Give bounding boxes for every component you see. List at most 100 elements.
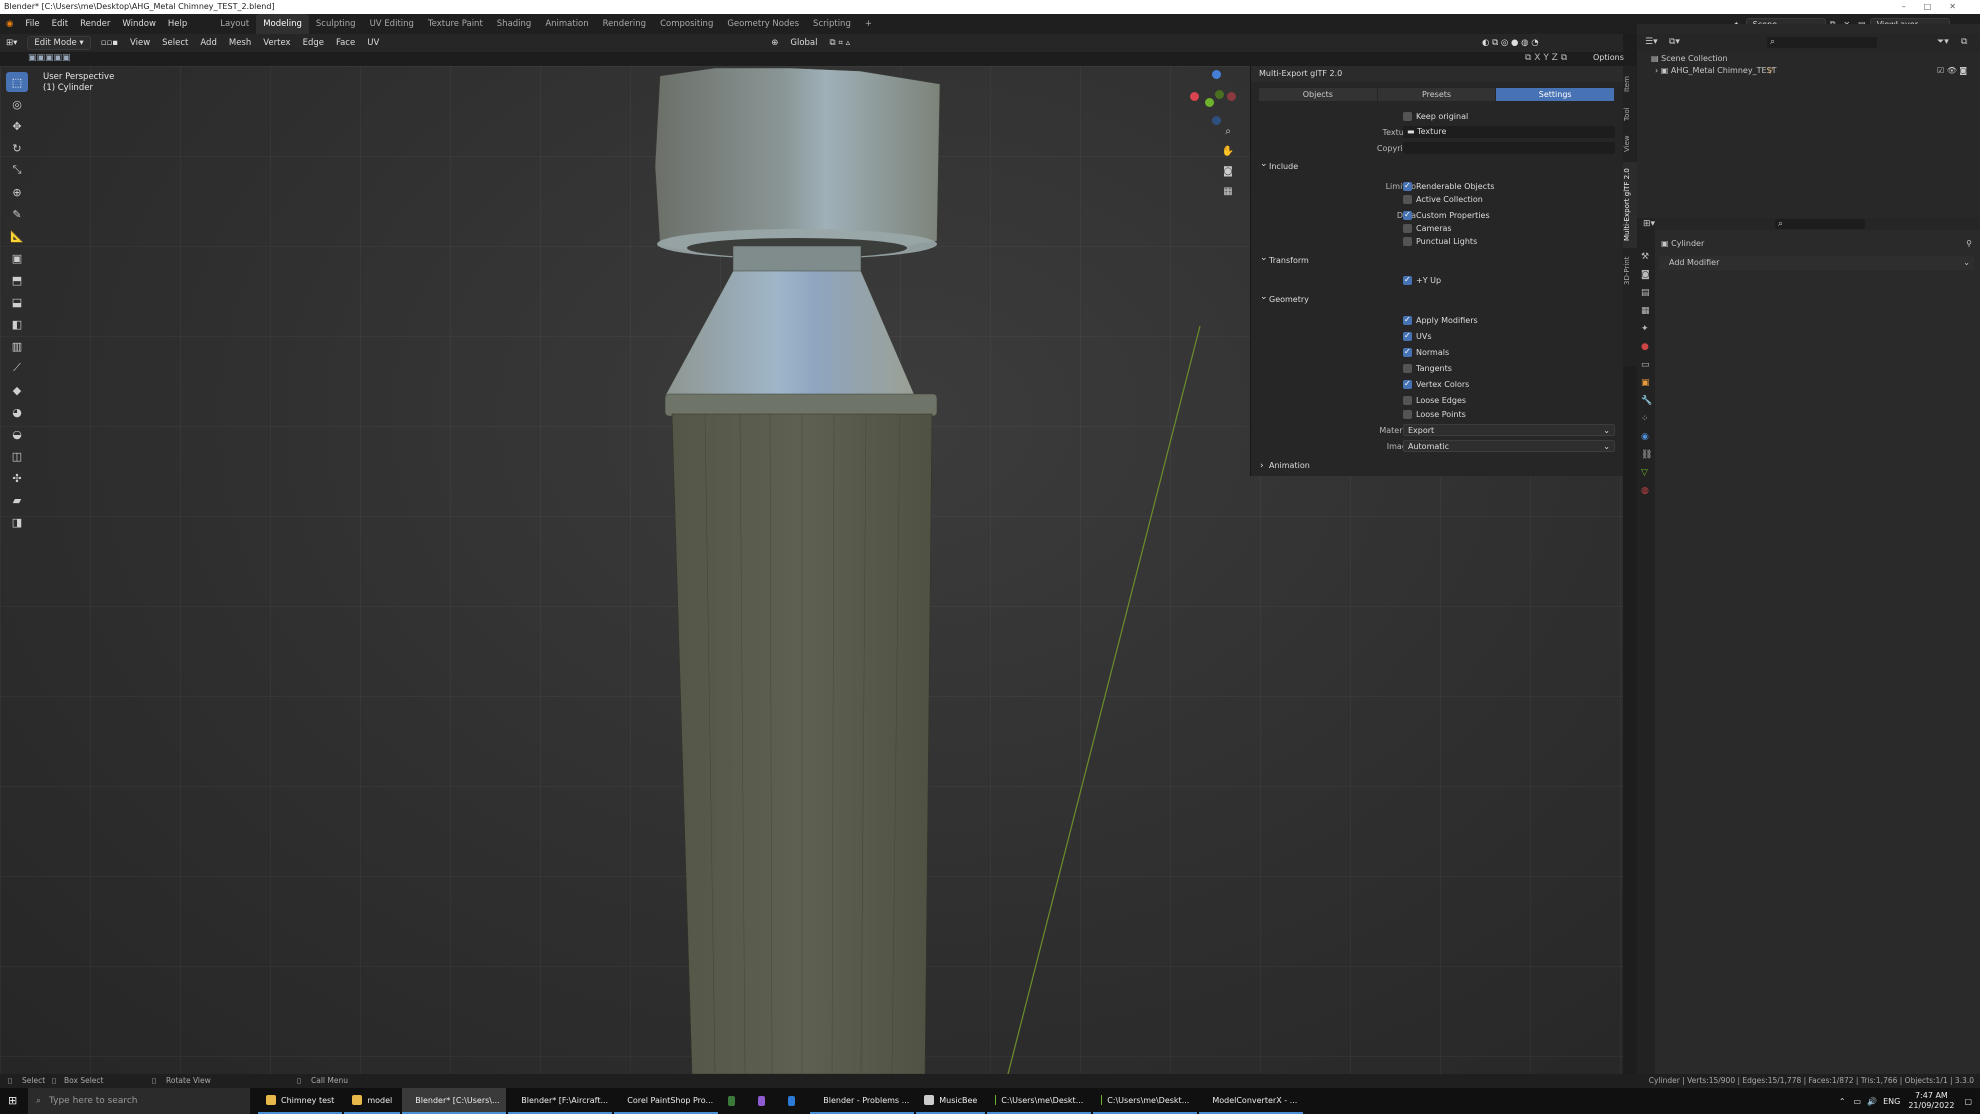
smooth-tool-icon[interactable]: ◒ [6,424,28,444]
knife-tool-icon[interactable]: ⟋ [6,358,28,378]
camera-icon[interactable]: ◙ [1220,166,1236,182]
cursor-tool-icon[interactable]: ◎ [6,94,28,114]
chimney-rim[interactable] [664,393,938,417]
volume-icon[interactable]: 🔊 [1867,1097,1877,1106]
sidetab-3d-print[interactable]: 3D-Print [1623,252,1637,290]
spin-tool-icon[interactable]: ◕ [6,402,28,422]
header-menu-edge[interactable]: Edge [297,38,330,48]
neg-z-axis-icon[interactable] [1212,116,1221,125]
header-menu-vertex[interactable]: Vertex [257,38,296,48]
active-collection-checkbox[interactable] [1403,195,1412,204]
taskbar-item-app-green[interactable] [720,1088,748,1114]
punctual-lights-checkbox[interactable] [1403,237,1412,246]
chimney-cone[interactable] [664,270,916,409]
inset-tool-icon[interactable]: ⬓ [6,292,28,312]
taskbar-item-modelconverterx[interactable]: ModelConverterX - ... [1199,1088,1304,1114]
particles-props-icon[interactable]: ⁘ [1641,410,1655,428]
properties-editor-icon[interactable]: ⊞▾ [1643,219,1655,229]
visibility-icons[interactable]: ☑ 👁 ◙ [1937,66,1967,75]
rip-tool-icon[interactable]: ◨ [6,512,28,532]
add-cube-tool-icon[interactable]: ▣ [6,248,28,268]
navigation-gizmo[interactable] [1185,70,1245,125]
taskbar-item-app-blue[interactable] [780,1088,808,1114]
include-section[interactable]: Include [1257,157,1618,174]
outliner-search-input[interactable]: ⌕ [1767,37,1877,48]
pin-icon[interactable]: ⚲ [1966,236,1972,252]
xyz-mirror-icons[interactable]: ⧉ X Y Z ⧉ [1525,53,1567,63]
pan-hand-icon[interactable]: ✋ [1220,146,1236,162]
rotate-tool-icon[interactable]: ↻ [6,138,28,158]
header-menu-select[interactable]: Select [156,38,194,48]
select-mode-icons[interactable]: ▫▫▪ [95,38,124,48]
workspace-tab-animation[interactable]: Animation [538,14,595,34]
sidetab-view[interactable]: View [1623,132,1637,156]
physics-props-icon[interactable]: ◉ [1641,428,1655,446]
sidetab-item[interactable]: Item [1623,72,1637,96]
taskbar-item-blender-1[interactable]: Blender* [C:\Users\... [402,1088,507,1114]
notifications-icon[interactable]: ▢ [1964,1097,1972,1106]
windows-start-icon[interactable]: ⊞ [8,1094,17,1107]
materials-dropdown[interactable]: Export ⌄ [1403,424,1615,436]
select-box-icons[interactable]: ▣▣▣▣▣ [28,53,71,63]
cameras-checkbox[interactable] [1403,224,1412,233]
menu-help[interactable]: Help [162,19,193,29]
workspace-tab-modeling[interactable]: Modeling [256,14,309,34]
z-axis-icon[interactable] [1212,70,1221,79]
workspace-tab-scripting[interactable]: Scripting [806,14,858,34]
loose-points-checkbox[interactable] [1403,410,1412,419]
images-dropdown[interactable]: Automatic ⌄ [1403,440,1615,452]
properties-search-input[interactable]: ⌕ [1775,219,1865,229]
sidetab-multi-export[interactable]: Multi-Export glTF 2.0 [1623,162,1637,248]
object-props-icon[interactable]: ▣ [1641,374,1655,392]
blender-logo-icon[interactable]: ◉ [0,19,19,29]
taskbar-item-chimney-test[interactable]: Chimney test [258,1088,343,1114]
normals-checkbox[interactable] [1403,345,1412,358]
taskbar-item-firefox[interactable]: Blender - Problems ... [810,1088,915,1114]
language-indicator[interactable]: ENG [1883,1097,1900,1106]
neg-y-axis-icon[interactable] [1215,90,1224,99]
editor-type-icon[interactable]: ⊞▾ [0,38,23,48]
chimney-neck[interactable] [732,245,862,275]
header-menu-face[interactable]: Face [330,38,361,48]
output-props-icon[interactable]: ▤ [1641,284,1655,302]
copyright-field[interactable] [1403,142,1615,154]
tab-objects[interactable]: Objects [1259,88,1378,101]
measure-tool-icon[interactable]: 📐 [6,226,28,246]
modifier-props-icon[interactable]: 🔧 [1641,392,1655,410]
outliner-row-scene-collection[interactable]: ▤ Scene Collection [1637,54,1980,66]
taskbar-item-model[interactable]: model [344,1088,401,1114]
taskbar-item-musicbee[interactable]: MusicBee [916,1088,986,1114]
header-menu-view[interactable]: View [124,38,156,48]
annotate-tool-icon[interactable]: ✎ [6,204,28,224]
workspace-tab-layout[interactable]: Layout [213,14,256,34]
material-props-icon[interactable]: ◍ [1641,482,1655,500]
move-tool-icon[interactable]: ✥ [6,116,28,136]
taskbar-item-explorer-2[interactable]: C:\Users\me\Deskt... [1093,1088,1198,1114]
render-props-icon[interactable]: ◙ [1641,266,1655,284]
workspace-tab-uv-editing[interactable]: UV Editing [363,14,421,34]
zoom-icon[interactable]: ⌕ [1220,126,1236,142]
neg-x-axis-icon[interactable] [1227,92,1236,101]
data-props-icon[interactable]: ▽ [1641,464,1655,482]
outliner-row-chimney[interactable]: › ▣ AHG_Metal Chimney_TEST ▽ ☑ 👁 ◙ [1637,66,1980,78]
custom-properties-checkbox[interactable] [1403,208,1412,221]
world-props-icon[interactable]: ● [1641,338,1655,356]
view-layer-props-icon[interactable]: ▦ [1641,302,1655,320]
menu-render[interactable]: Render [74,19,116,29]
filter-icon[interactable]: ⏷▾ [1937,37,1949,47]
new-collection-icon[interactable]: ⧉ [1961,37,1967,47]
transform-orientation-selector[interactable]: Global [784,38,823,48]
menu-edit[interactable]: Edit [46,19,74,29]
mode-selector[interactable]: Edit Mode ▾ [27,36,91,50]
shrink-fatten-tool-icon[interactable]: ✣ [6,468,28,488]
y-up-checkbox[interactable] [1403,273,1412,286]
textures-field[interactable]: ▬ Texture [1403,126,1615,138]
tray-arrow-icon[interactable]: ⌃ [1839,1097,1846,1106]
outliner-editor-icon[interactable]: ☰▾ [1645,37,1658,47]
taskbar-item-explorer-1[interactable]: C:\Users\me\Deskt... [987,1088,1092,1114]
workspace-tab-sculpting[interactable]: Sculpting [309,14,363,34]
tab-settings[interactable]: Settings [1496,88,1616,101]
keep-original-checkbox[interactable] [1403,112,1412,121]
vertex-colors-checkbox[interactable] [1403,377,1412,390]
edge-slide-tool-icon[interactable]: ◫ [6,446,28,466]
